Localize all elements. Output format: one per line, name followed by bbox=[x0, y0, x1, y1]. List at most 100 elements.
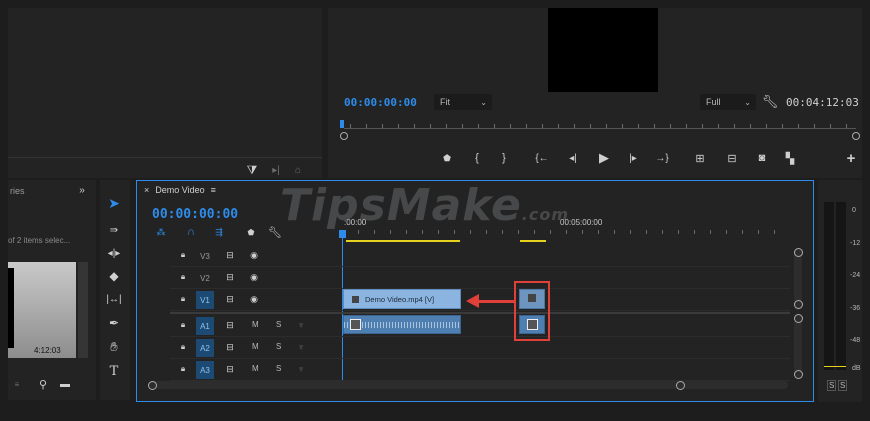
extract-icon[interactable]: ⊟ bbox=[724, 151, 740, 165]
slip-tool-icon[interactable]: |↔| bbox=[104, 290, 124, 308]
scroll-handle-icon[interactable] bbox=[794, 300, 803, 309]
solo-button[interactable]: S bbox=[276, 342, 281, 351]
pen-tool-icon[interactable]: ✒ bbox=[104, 314, 124, 332]
hand-tool-icon[interactable]: ✋︎ bbox=[104, 338, 124, 356]
lock-icon[interactable]: 🔒︎ bbox=[178, 271, 188, 283]
track-header-v3: 🔒︎ V3 ⊟ ◉ bbox=[170, 245, 270, 266]
track-label-v3[interactable]: V3 bbox=[196, 247, 214, 265]
scroll-handle-icon[interactable] bbox=[794, 314, 803, 323]
nest-icon[interactable]: ⁂ bbox=[154, 226, 168, 238]
ruler-tick bbox=[582, 230, 583, 234]
razor-tool-icon[interactable]: ◆ bbox=[104, 267, 124, 285]
sync-lock-icon[interactable]: ⊟ bbox=[224, 271, 236, 283]
lock-icon[interactable]: 🔒︎ bbox=[178, 293, 188, 305]
microphone-icon[interactable]: ♆ bbox=[296, 319, 306, 331]
lock-icon[interactable]: 🔒︎ bbox=[178, 319, 188, 331]
solo-left-button[interactable]: S bbox=[827, 380, 837, 391]
panel-overflow-icon[interactable]: » bbox=[76, 184, 88, 196]
play-icon[interactable]: ▶ bbox=[596, 150, 612, 166]
project-tab-label[interactable]: ries bbox=[10, 186, 25, 196]
sync-lock-icon[interactable]: ⊟ bbox=[224, 249, 236, 261]
menu-icon[interactable]: ≡ bbox=[211, 185, 216, 195]
add-button-icon[interactable]: + bbox=[844, 150, 858, 167]
meter-label-0: 0 bbox=[852, 207, 856, 214]
solo-button[interactable]: S bbox=[276, 320, 281, 329]
scrubber-tick bbox=[462, 124, 463, 128]
comparison-view-icon[interactable]: ▚ bbox=[782, 151, 798, 165]
sync-lock-icon[interactable]: ⊟ bbox=[224, 319, 236, 331]
lock-icon[interactable]: 🔒︎ bbox=[178, 341, 188, 353]
track-label-a1[interactable]: A1 bbox=[196, 317, 214, 335]
go-to-in-icon[interactable]: {← bbox=[534, 151, 550, 165]
add-marker-icon[interactable]: ⬟ bbox=[440, 151, 454, 165]
mute-button[interactable]: M bbox=[252, 364, 259, 373]
scroll-handle-icon[interactable] bbox=[794, 248, 803, 257]
zoom-slider-icon[interactable]: ≡ bbox=[10, 378, 24, 390]
go-to-out-icon[interactable]: →} bbox=[654, 151, 670, 165]
scroll-start-handle[interactable] bbox=[148, 381, 157, 390]
mute-button[interactable]: M bbox=[252, 320, 259, 329]
track-label-a3[interactable]: A3 bbox=[196, 361, 214, 379]
track-label-a2[interactable]: A2 bbox=[196, 339, 214, 357]
playhead-marker[interactable] bbox=[340, 120, 344, 128]
export-frame-icon[interactable]: ⌂ bbox=[290, 163, 306, 177]
playhead-handle[interactable] bbox=[339, 230, 346, 238]
eye-icon[interactable]: ◉ bbox=[248, 271, 260, 283]
step-forward-icon[interactable]: |▸ bbox=[626, 151, 640, 165]
selection-tool-icon[interactable]: ➤ bbox=[104, 194, 124, 212]
thumbnail-scroll[interactable] bbox=[78, 262, 88, 358]
lift-icon[interactable]: ⊞ bbox=[692, 151, 708, 165]
solo-button[interactable]: S bbox=[276, 364, 281, 373]
lock-icon[interactable]: 🔒︎ bbox=[178, 363, 188, 375]
timeline-timecode[interactable]: 00:00:00:00 bbox=[152, 207, 238, 222]
scrubber-start-handle[interactable] bbox=[340, 132, 348, 140]
sync-lock-icon[interactable]: ⊟ bbox=[224, 363, 236, 375]
work-area-bar-2[interactable] bbox=[520, 240, 546, 242]
vertical-scrollbar-audio[interactable] bbox=[794, 314, 802, 378]
fit-dropdown-label: Fit bbox=[440, 97, 450, 107]
program-timecode[interactable]: 00:00:00:00 bbox=[344, 96, 417, 109]
step-back-icon[interactable]: ◂| bbox=[566, 151, 580, 165]
search-icon[interactable]: ⚲ bbox=[36, 378, 50, 391]
mute-button[interactable]: M bbox=[252, 342, 259, 351]
scrubber-end-handle[interactable] bbox=[852, 132, 860, 140]
scrubber-tick bbox=[542, 124, 543, 128]
fit-dropdown[interactable]: Fit ⌄ bbox=[434, 94, 492, 110]
insert-icon[interactable]: ▸| bbox=[268, 163, 284, 177]
audio-clip[interactable] bbox=[343, 315, 461, 334]
microphone-icon[interactable]: ♆ bbox=[296, 341, 306, 353]
scroll-end-handle[interactable] bbox=[676, 381, 685, 390]
filter-icon[interactable]: ⧩ bbox=[244, 163, 260, 177]
ripple-edit-tool-icon[interactable]: ◂|▸ bbox=[104, 244, 124, 262]
work-area-bar[interactable] bbox=[346, 240, 460, 242]
lock-icon[interactable]: 🔒︎ bbox=[178, 249, 188, 261]
chevron-down-icon: ⌄ bbox=[480, 97, 487, 107]
mark-out-icon[interactable]: } bbox=[497, 151, 511, 165]
microphone-icon[interactable]: ♆ bbox=[296, 363, 306, 375]
linked-selection-icon[interactable]: ⇶ bbox=[212, 226, 226, 238]
track-label-v1[interactable]: V1 bbox=[196, 291, 214, 309]
scroll-handle-icon[interactable] bbox=[794, 370, 803, 379]
track-select-tool-icon[interactable]: ⇛ bbox=[104, 221, 124, 239]
folder-icon[interactable]: ▬ bbox=[58, 378, 72, 390]
thumbnail-image bbox=[8, 262, 76, 358]
timeline-tab[interactable]: × Demo Video ≡ bbox=[144, 185, 216, 195]
snap-icon[interactable]: ∩ bbox=[184, 226, 198, 238]
solo-right-button[interactable]: S bbox=[838, 380, 848, 391]
mark-in-icon[interactable]: { bbox=[470, 151, 484, 165]
clip-thumbnail[interactable]: 4:12:03 bbox=[8, 262, 76, 358]
horizontal-scrollbar[interactable] bbox=[148, 381, 788, 389]
sync-lock-icon[interactable]: ⊟ bbox=[224, 293, 236, 305]
sync-lock-icon[interactable]: ⊟ bbox=[224, 341, 236, 353]
program-scrubber[interactable] bbox=[340, 118, 860, 140]
quality-dropdown[interactable]: Full ⌄ bbox=[700, 94, 756, 110]
timeline-marker-icon[interactable]: ⬟ bbox=[244, 226, 258, 238]
track-label-v2[interactable]: V2 bbox=[196, 269, 214, 287]
close-icon[interactable]: × bbox=[144, 185, 149, 195]
eye-icon[interactable]: ◉ bbox=[248, 249, 260, 261]
camera-icon[interactable]: ◙ bbox=[754, 151, 770, 165]
video-clip[interactable]: Demo Video.mp4 [V] bbox=[343, 289, 461, 309]
wrench-icon[interactable]: 🔧︎ bbox=[762, 94, 779, 110]
eye-icon[interactable]: ◉ bbox=[248, 293, 260, 305]
type-tool-icon[interactable]: T bbox=[104, 362, 124, 380]
